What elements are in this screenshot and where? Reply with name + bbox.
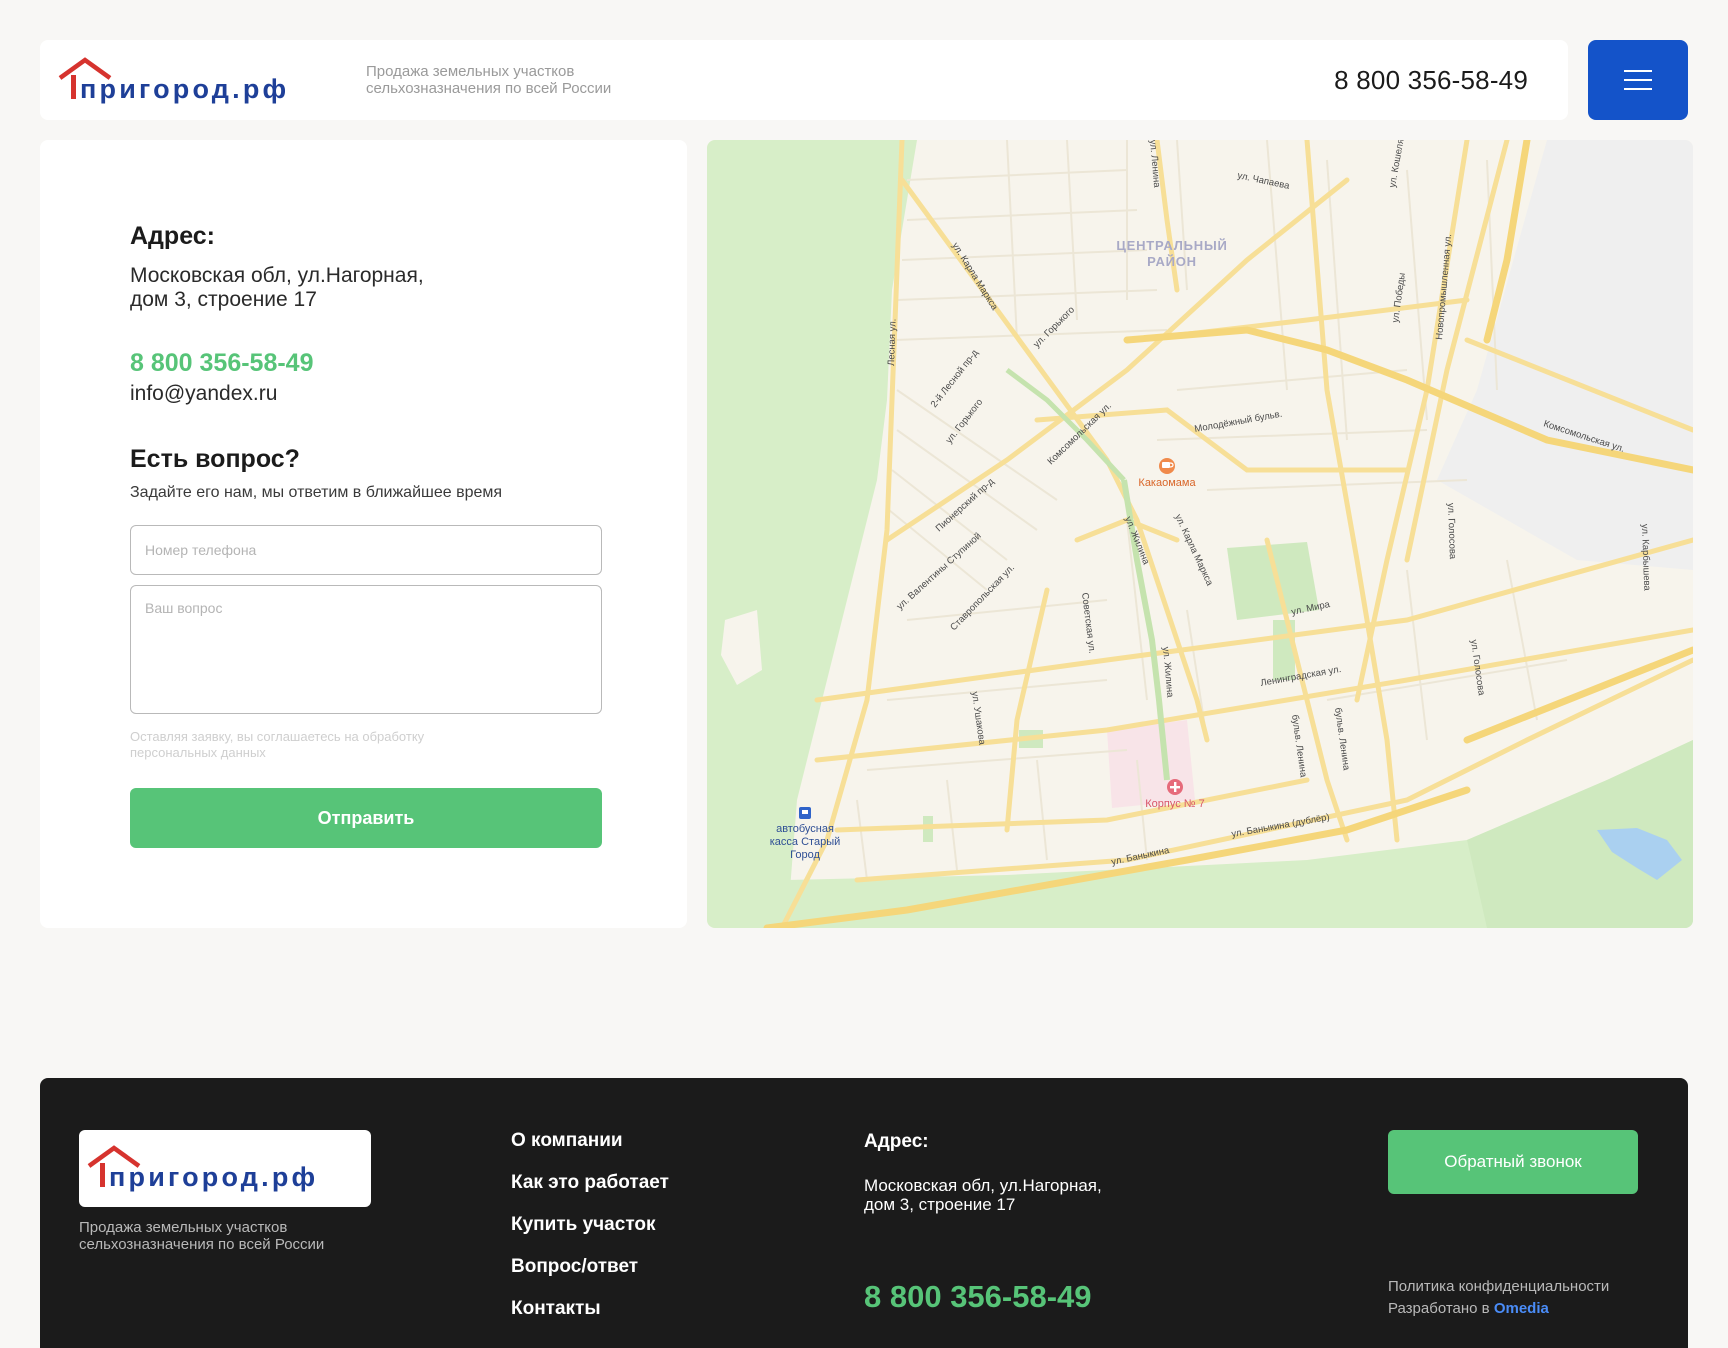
footer-tagline: Продажа земельных участков сельхозназнач… <box>79 1219 399 1253</box>
cafe-pin-icon[interactable] <box>1159 458 1175 474</box>
map[interactable]: ЦЕНТРАЛЬНЫЙ РАЙОН ул. Ленина ул. Чапаева… <box>707 140 1693 928</box>
question-subtitle: Задайте его нам, мы ответим в ближайшее … <box>130 484 503 501</box>
address-text: Московская обл, ул.Нагорная, дом 3, стро… <box>130 264 470 312</box>
district-label: ЦЕНТРАЛЬНЫЙ <box>1116 238 1227 253</box>
developer-prefix: Разработано в <box>1388 1300 1490 1317</box>
logo-house-icon: пригород.рф <box>87 1145 318 1192</box>
contact-phone[interactable]: 8 800 356-58-49 <box>130 349 313 378</box>
map-canvas[interactable]: ЦЕНТРАЛЬНЫЙ РАЙОН ул. Ленина ул. Чапаева… <box>707 140 1693 928</box>
hospital-pin-icon[interactable] <box>1167 779 1183 795</box>
logo-text: пригород.рф <box>109 1162 318 1192</box>
logo[interactable]: пригород.рф <box>58 54 323 106</box>
address-line: Московская обл, ул.Нагорная, <box>864 1176 1102 1195</box>
address-line: дом 3, строение 17 <box>130 288 317 311</box>
hamburger-icon <box>1624 88 1652 90</box>
contact-email[interactable]: info@yandex.ru <box>130 382 277 406</box>
developer-credit: Разработано в Omedia <box>1388 1300 1549 1317</box>
poi-label: автобусная <box>776 823 834 835</box>
footer-nav-buy-plot[interactable]: Купить участок <box>511 1214 669 1236</box>
tagline-line: сельхозназначения по всей России <box>366 80 612 97</box>
address-line: дом 3, строение 17 <box>864 1195 1016 1214</box>
header-tagline: Продажа земельных участков сельхозназнач… <box>366 63 666 97</box>
header-phone[interactable]: 8 800 356-58-49 <box>1334 65 1528 95</box>
poi-label: касса Старый <box>770 836 841 848</box>
footer-nav: О компании Как это работает Купить участ… <box>511 1130 669 1340</box>
bus-stop-icon[interactable] <box>799 807 811 819</box>
question-textarea[interactable] <box>130 585 602 714</box>
footer-address-text: Московская обл, ул.Нагорная, дом 3, стро… <box>864 1176 1164 1214</box>
tagline-line: Продажа земельных участков <box>366 63 575 80</box>
footer-nav-contacts[interactable]: Контакты <box>511 1298 669 1320</box>
consent-line: персональных данных <box>130 745 266 760</box>
developer-link[interactable]: Omedia <box>1494 1300 1549 1317</box>
question-title: Есть вопрос? <box>130 445 300 473</box>
tagline-line: сельхозназначения по всей России <box>79 1236 325 1253</box>
menu-button[interactable] <box>1588 40 1688 120</box>
footer-nav-how-it-works[interactable]: Как это работает <box>511 1172 669 1194</box>
site-header: пригород.рф Продажа земельных участков с… <box>40 40 1568 120</box>
address-title: Адрес: <box>130 222 215 250</box>
district-label: РАЙОН <box>1147 254 1197 269</box>
hamburger-icon <box>1624 70 1652 72</box>
callback-button[interactable]: Обратный звонок <box>1388 1130 1638 1194</box>
logo-house-icon: пригород.рф <box>58 57 289 104</box>
street-label: ул. Карбышева <box>1639 524 1652 592</box>
submit-button[interactable]: Отправить <box>130 788 602 848</box>
street-label: Лесная ул. <box>886 318 899 366</box>
footer-nav-about[interactable]: О компании <box>511 1130 669 1152</box>
footer-logo[interactable]: пригород.рф <box>79 1130 371 1207</box>
logo-text: пригород.рф <box>80 74 289 104</box>
site-footer: пригород.рф Продажа земельных участков с… <box>40 1078 1688 1348</box>
footer-nav-faq[interactable]: Вопрос/ответ <box>511 1256 669 1278</box>
privacy-policy-link[interactable]: Политика конфиденциальности <box>1388 1278 1609 1295</box>
phone-input[interactable] <box>130 525 602 575</box>
poi-label: Какаомама <box>1138 477 1196 489</box>
poi-label: Корпус № 7 <box>1145 798 1205 810</box>
hamburger-icon <box>1624 79 1652 81</box>
address-line: Московская обл, ул.Нагорная, <box>130 264 424 287</box>
footer-address-title: Адрес: <box>864 1131 929 1152</box>
street-label: ул. Голосова <box>1445 503 1458 560</box>
poi-label: Город <box>790 849 820 861</box>
consent-note: Оставляя заявку, вы соглашаетесь на обра… <box>130 729 510 761</box>
contact-card: Адрес: Московская обл, ул.Нагорная, дом … <box>40 140 687 928</box>
consent-line: Оставляя заявку, вы соглашаетесь на обра… <box>130 729 425 744</box>
footer-phone[interactable]: 8 800 356-58-49 <box>864 1279 1092 1315</box>
tagline-line: Продажа земельных участков <box>79 1219 288 1236</box>
